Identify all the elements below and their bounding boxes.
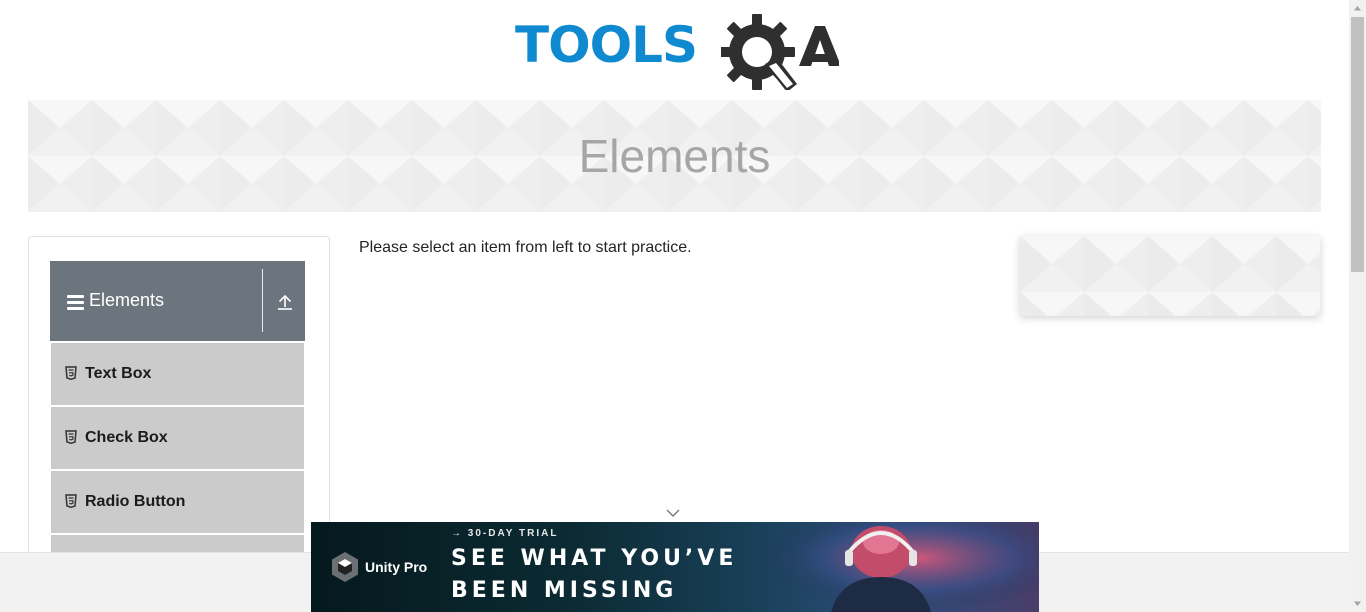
- side-ad-pattern: [1020, 236, 1320, 316]
- unity-pro-ad[interactable]: Unity Pro → 30-DAY TRIAL SEE WHAT YOU’VE…: [311, 522, 1039, 612]
- ad-brand: Unity Pro: [365, 559, 428, 575]
- sidebar-item-check-box[interactable]: Check Box: [51, 407, 304, 469]
- scroll-up-arrow-icon[interactable]: [1349, 0, 1366, 17]
- sidebar-item-text-box[interactable]: Text Box: [51, 343, 304, 405]
- ad-person-image: [771, 522, 1039, 612]
- side-ad-placeholder: [1020, 236, 1320, 316]
- elements-group-header[interactable]: Elements: [50, 261, 305, 341]
- ad-kicker: → 30-DAY TRIAL: [451, 528, 559, 539]
- chevron-down-icon[interactable]: [666, 508, 680, 518]
- html5-icon: [65, 494, 77, 508]
- page-title: Elements: [578, 130, 771, 182]
- ad-headline-line-2: BEEN MISSING: [451, 578, 678, 603]
- group-header-divider: [262, 269, 263, 332]
- scrollbar-thumb[interactable]: [1351, 17, 1364, 272]
- sidebar-item-label: Radio Button: [85, 493, 186, 510]
- hamburger-icon: [67, 295, 84, 310]
- scroll-down-arrow-icon[interactable]: [1349, 595, 1366, 612]
- group-title: Elements: [89, 290, 165, 310]
- html5-icon: [65, 430, 77, 444]
- vertical-scrollbar[interactable]: [1349, 0, 1366, 612]
- sidebar-item-radio-button[interactable]: Radio Button: [51, 471, 304, 533]
- unity-logo-icon: [332, 552, 358, 582]
- collapse-arrow-icon[interactable]: [276, 293, 294, 311]
- ad-headline: SEE WHAT YOU’VE BEEN MISSING: [451, 543, 737, 607]
- toolsqa-logo[interactable]: TOOLS: [515, 14, 839, 90]
- html5-icon: [65, 366, 77, 380]
- practice-instruction: Please select an item from left to start…: [359, 239, 692, 256]
- ad-headline-line-1: SEE WHAT YOU’VE: [451, 546, 738, 571]
- page-banner: Elements: [28, 100, 1321, 212]
- page: TOOLS Elements Elements Text Box Check B…: [0, 0, 1349, 612]
- sidebar-item-label: Text Box: [85, 365, 152, 382]
- sidebar-item-label: Check Box: [85, 429, 168, 446]
- logo-tools-text: TOOLS: [515, 16, 698, 74]
- logo-qa-mark: [721, 14, 839, 90]
